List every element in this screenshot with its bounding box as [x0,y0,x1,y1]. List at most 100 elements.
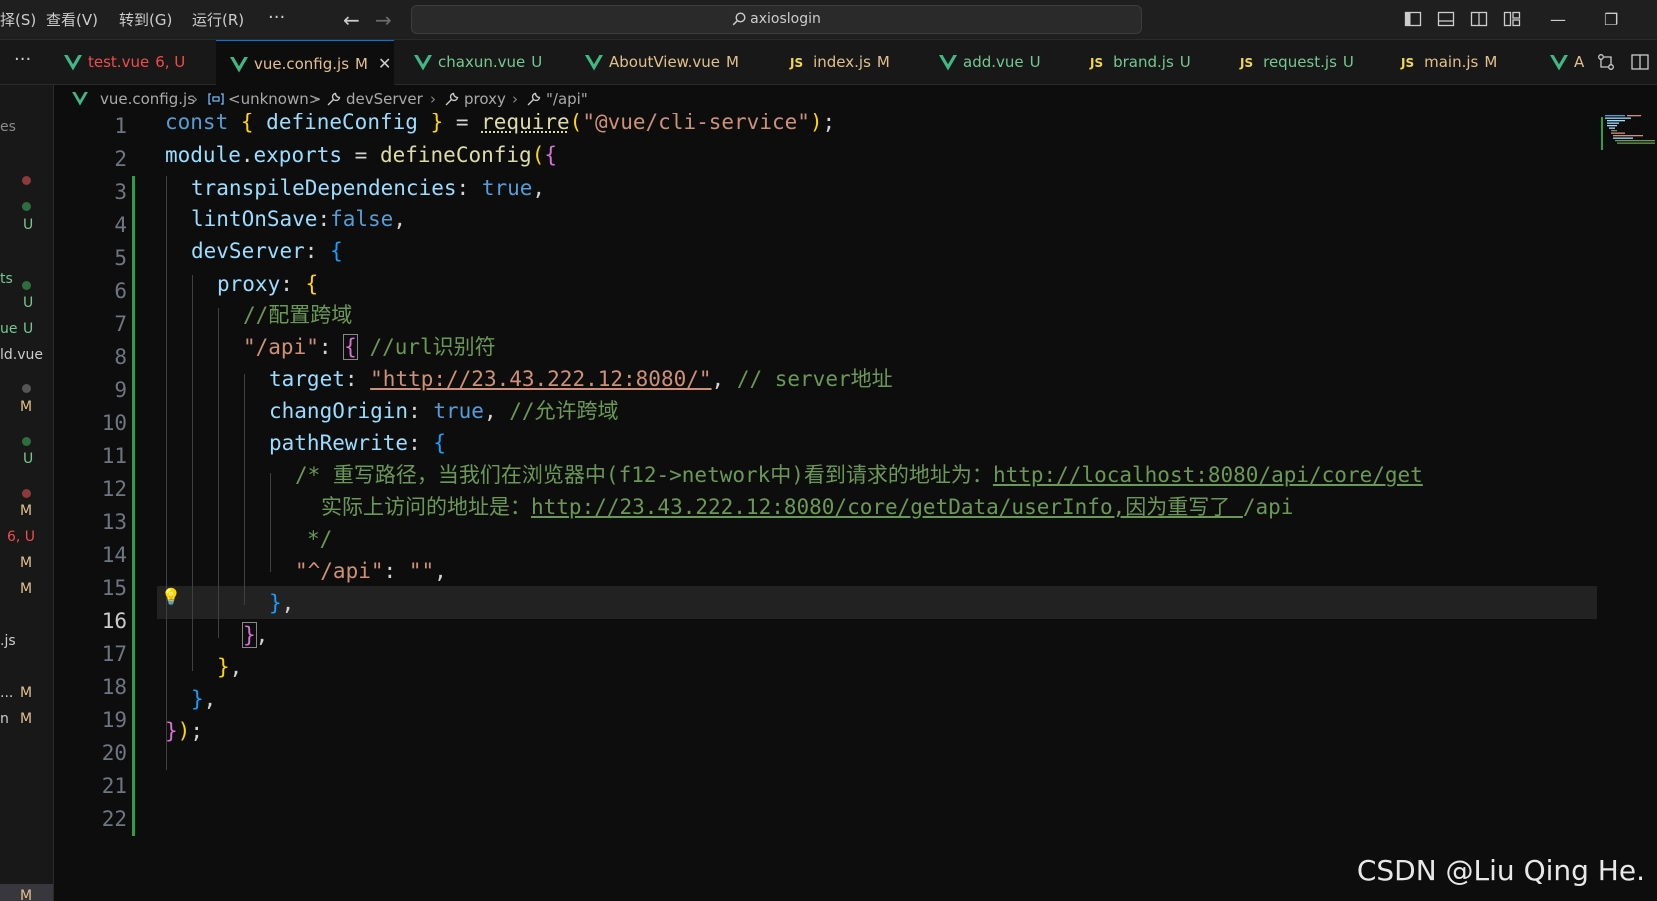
tab-label: brand.js [1113,53,1174,71]
wrench-icon [327,92,341,106]
explorer-item-status: M [20,711,33,727]
source-compare-icon[interactable] [1596,52,1616,72]
window-restore-button[interactable]: ❐ [1604,0,1618,40]
explorer-item[interactable]: ts [0,271,13,287]
code-line-14: */ [307,527,333,551]
current-line-highlight [157,586,1597,619]
explorer-item-status: M [20,581,33,597]
explorer-item-status: U [23,321,34,337]
code-line-13: 实际上访问的地址是：http://23.43.222.12:8080/core/… [321,495,1294,519]
customize-layout-icon[interactable] [1503,10,1521,28]
menu-go[interactable]: 转到(G) [119,0,172,40]
chevron-right-icon: › [512,90,518,108]
close-icon[interactable]: ✕ [378,54,391,73]
code-line-6: proxy: { [217,272,319,296]
minimap-preview [1601,115,1655,150]
code-line-2: module.exports = defineConfig({ [165,143,557,167]
command-center-search[interactable]: axioslogin [411,5,1142,34]
tab-request-js[interactable]: JS request.js U [1240,40,1354,85]
line-number: 21 [101,774,127,798]
tab-status: U [1029,53,1041,71]
line-number: 18 [101,675,127,699]
status-dot [22,202,31,211]
wrench-icon [445,92,459,106]
split-editor-icon[interactable] [1630,52,1650,72]
line-number: 5 [114,246,127,270]
explorer-item[interactable]: ... [0,685,13,701]
line-number: 15 [101,576,127,600]
csdn-watermark: CSDN @Liu Qing He. [1356,854,1645,887]
tab-overflow[interactable]: A [1550,40,1584,85]
line-number: 22 [101,807,127,831]
nav-forward-button[interactable]: → [375,0,392,40]
code-line-7: //配置跨域 [243,303,353,327]
tab-status: U [1179,53,1191,71]
breadcrumb-symbol-devserver[interactable]: devServer [346,85,423,113]
toggle-primary-sidebar-icon[interactable] [1404,10,1422,28]
breadcrumb-file[interactable]: vue.config.js [100,85,195,113]
explorer-item-status: 6, U [7,529,36,545]
indent-guide [244,374,245,605]
tab-label: chaxun.vue [438,53,526,71]
tab-label: main.js [1424,53,1479,71]
breadcrumb-symbol-proxy[interactable]: proxy [464,85,506,113]
status-dot [22,437,31,446]
code-editor[interactable]: 1 2 3 4 5 6 7 8 9 10 11 12 13 14 15 16 1… [54,113,1657,901]
line-number: 4 [114,213,127,237]
tab-index-js[interactable]: JS index.js M [790,40,890,85]
code-line-15: "^/api": "", [295,559,447,583]
line-number: 11 [101,444,127,468]
breadcrumb-symbol-unknown[interactable]: <unknown> [228,85,321,113]
explorer-selected-row[interactable]: M [0,884,53,901]
toggle-panel-icon[interactable] [1437,10,1455,28]
explorer-item-status: U [23,451,34,467]
code-line-12: /* 重写路径，当我们在浏览器中(f12->network中)看到请求的地址为：… [295,463,1423,487]
tab-status: M [1484,53,1498,71]
tab-label: test.vue [88,53,150,71]
menu-run[interactable]: 运行(R) [192,0,244,40]
tab-chaxun-vue[interactable]: chaxun.vue U [414,40,542,85]
tab-vue-config-js[interactable]: vue.config.js M ✕ [216,40,394,85]
git-added-indicator[interactable] [132,176,135,836]
window-minimize-button[interactable]: — [1550,0,1566,40]
menu-view[interactable]: 查看(V) [46,0,98,40]
toggle-secondary-sidebar-icon[interactable] [1470,10,1488,28]
line-number-gutter: 1 2 3 4 5 6 7 8 9 10 11 12 13 14 15 16 1… [54,113,157,901]
explorer-item[interactable]: es [0,119,16,135]
js-file-icon: JS [1090,56,1104,70]
tab-brand-js[interactable]: JS brand.js U [1090,40,1191,85]
tab-aboutview-vue[interactable]: AboutView.vue M [585,40,739,85]
nav-back-button[interactable]: ← [343,0,360,40]
explorer-item-status: M [20,888,33,901]
code-line-3: transpileDependencies: true, [191,176,546,200]
line-number: 1 [114,114,127,138]
tab-test-vue[interactable]: test.vue 6, U [64,40,185,85]
breadcrumb-symbol-api[interactable]: "/api" [546,85,588,113]
explorer-item[interactable]: n [0,711,9,727]
explorer-item[interactable]: ue [0,321,18,337]
status-dot [22,176,31,185]
tab-bar-more-button[interactable]: ··· [14,40,31,85]
vue-file-icon [1550,54,1568,70]
code-line-19: }, [191,687,217,711]
status-dot [22,384,31,393]
command-center-text: axioslogin [750,11,821,27]
js-file-icon: JS [1240,56,1254,70]
tab-label: vue.config.js [254,55,350,73]
indent-guide [192,275,193,671]
minimap[interactable] [1597,113,1657,901]
tab-main-js[interactable]: JS main.js M [1401,40,1497,85]
menu-selection[interactable]: 择(S) [0,0,36,40]
line-number: 3 [114,180,127,204]
tab-add-vue[interactable]: add.vue U [939,40,1041,85]
title-bar: 择(S) 查看(V) 转到(G) 运行(R) ··· ← → axioslogi… [0,0,1657,40]
code-area[interactable]: const { defineConfig } = require("@vue/c… [157,113,1597,901]
menu-more-button[interactable]: ··· [268,0,285,40]
vue-file-icon [414,54,432,70]
tab-label: add.vue [963,53,1024,71]
explorer-item[interactable]: .js [0,633,16,649]
explorer-item[interactable]: ld.vue [0,347,43,363]
lightbulb-icon[interactable]: 💡 [161,587,181,606]
tab-status: U [1342,53,1354,71]
code-line-18: }, [217,655,243,679]
